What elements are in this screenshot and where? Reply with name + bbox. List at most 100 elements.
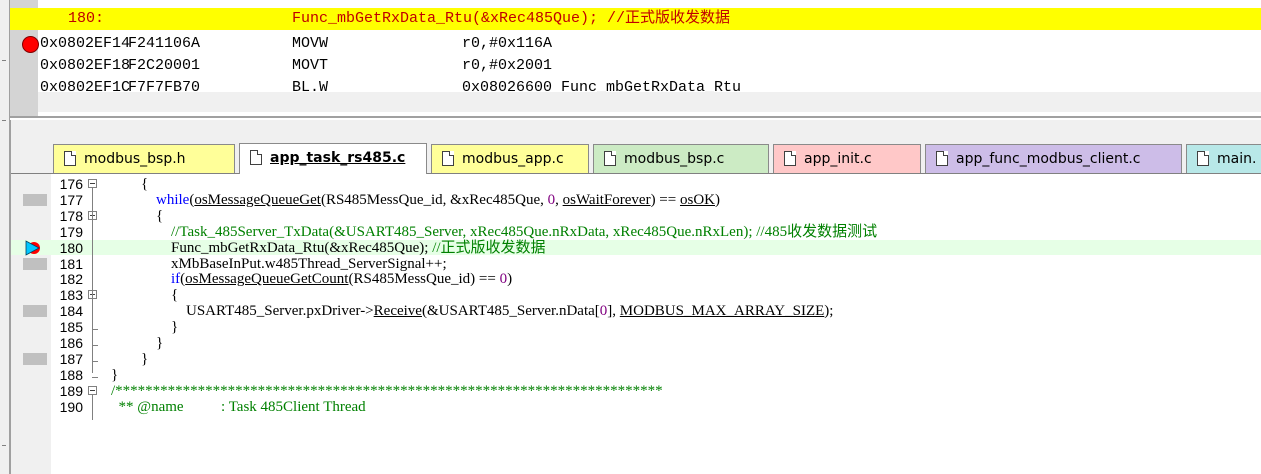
code-text: if(osMessageQueueGetCount(RS485MessQue_i… — [171, 271, 513, 288]
code-line[interactable]: 190 ** @name : Task 485Client Thread — [11, 399, 1261, 415]
source-line-code: Func_mbGetRxData_Rtu(&xRec485Que); //正式版… — [292, 10, 731, 27]
instruction-hex: F241106A — [128, 35, 201, 52]
tab-app-init-c[interactable]: app_init.c — [773, 144, 921, 173]
tab-label: modbus_app.c — [462, 151, 564, 167]
file-icon — [604, 151, 616, 166]
code-line[interactable]: 177 while(osMessageQueueGet(RS485MessQue… — [11, 192, 1261, 208]
code-text: /***************************************… — [111, 382, 663, 399]
line-number: 190 — [59, 398, 83, 415]
fold-toggle-icon[interactable] — [88, 385, 97, 395]
line-number: 182 — [59, 271, 83, 288]
code-text: Func_mbGetRxData_Rtu(&xRec485Que); //正式版… — [171, 239, 546, 256]
line-number: 188 — [59, 366, 83, 383]
code-view[interactable]: 176 {177 while(osMessageQueueGet(RS485Me… — [11, 174, 1261, 474]
code-line[interactable]: 184 USART485_Server.pxDriver->Receive(&U… — [11, 303, 1261, 319]
disassembly-instruction-row[interactable]: 0x0802EF14 F241106A MOVW r0,#0x116A — [10, 33, 1261, 55]
fold-toggle-icon[interactable] — [88, 179, 97, 188]
current-code-line[interactable]: 180 Func_mbGetRxData_Rtu(&xRec485Que); /… — [11, 239, 1261, 256]
code-text: { — [171, 287, 179, 304]
execution-arrow-icon — [25, 239, 40, 256]
line-number: 184 — [59, 303, 83, 320]
instruction-operands: r0,#0x116A — [462, 35, 553, 52]
code-line[interactable]: 181 xMbBaseInPut.w485Thread_ServerSignal… — [11, 256, 1261, 272]
code-text: } — [111, 366, 119, 383]
line-number: 179 — [59, 223, 83, 240]
code-text: } — [141, 350, 149, 367]
fold-end-tick — [92, 376, 98, 378]
tab-label: main. — [1217, 151, 1257, 167]
disassembly-instruction-row[interactable]: 0x0802EF18 F2C20001 MOVT r0,#0x2001 — [10, 55, 1261, 77]
code-text: //Task_485Server_TxData(&USART485_Server… — [171, 223, 878, 240]
disassembly-hscroll[interactable] — [38, 92, 1261, 112]
instruction-mnemonic: MOVT — [292, 57, 329, 74]
code-text: { — [156, 207, 164, 224]
line-number: 178 — [59, 207, 83, 224]
fold-end-tick — [92, 329, 98, 331]
code-line[interactable]: 183 { — [11, 287, 1261, 303]
code-text: ** @name : Task 485Client Thread — [118, 398, 366, 415]
file-icon — [64, 151, 76, 166]
line-number: 181 — [59, 255, 83, 272]
tab-label: modbus_bsp.c — [624, 151, 725, 167]
gutter-marker — [23, 257, 47, 270]
fold-end-tick — [92, 360, 98, 362]
instruction-hex: F2C20001 — [128, 57, 201, 74]
instruction-address: 0x0802EF18 — [40, 57, 131, 74]
tab-modbus-app-c[interactable]: modbus_app.c — [431, 144, 589, 173]
left-window-border — [0, 0, 10, 474]
disassembly-source-line[interactable]: 180: Func_mbGetRxData_Rtu(&xRec485Que); … — [10, 8, 1261, 30]
file-icon — [250, 150, 262, 165]
code-line[interactable]: 182 if(osMessageQueueGetCount(RS485MessQ… — [11, 271, 1261, 287]
line-number: 185 — [59, 319, 83, 336]
instruction-operands: r0,#0x2001 — [462, 57, 553, 74]
code-line[interactable]: 188} — [11, 367, 1261, 383]
code-line[interactable]: 187 } — [11, 351, 1261, 367]
file-icon — [1197, 151, 1209, 166]
file-icon — [936, 151, 948, 166]
tab-app-func-modbus-client-c[interactable]: app_func_modbus_client.c — [925, 144, 1182, 173]
code-text: } — [156, 335, 164, 351]
code-line[interactable]: 185 } — [11, 319, 1261, 335]
code-text: } — [171, 319, 179, 336]
fold-guide — [92, 299, 93, 326]
code-line[interactable]: 176 { — [11, 176, 1261, 192]
code-line[interactable]: 179 //Task_485Server_TxData(&USART485_Se… — [11, 224, 1261, 240]
source-editor[interactable]: modbus_bsp.h app_task_rs485.c modbus_app.c… — [10, 120, 1261, 474]
fold-guide — [92, 219, 93, 357]
breakpoint-icon[interactable] — [22, 36, 39, 53]
fold-guide — [92, 394, 93, 421]
code-line[interactable]: 186 } — [11, 335, 1261, 351]
tab-modbus-bsp-h[interactable]: modbus_bsp.h — [53, 144, 235, 173]
fold-end-tick — [92, 345, 98, 346]
gutter-marker — [23, 193, 47, 206]
tab-main[interactable]: main. — [1186, 144, 1261, 173]
line-number: 186 — [59, 335, 83, 351]
tab-label: app_func_modbus_client.c — [956, 151, 1141, 167]
file-tab-strip: modbus_bsp.h app_task_rs485.c modbus_app.c… — [11, 120, 1261, 174]
tab-label: app_task_rs485.c — [270, 150, 406, 166]
code-text: { — [141, 176, 149, 192]
gutter-marker — [23, 352, 47, 365]
code-line[interactable]: 189 /************************************… — [11, 383, 1261, 399]
code-text: USART485_Server.pxDriver->Receive(&USART… — [186, 303, 834, 320]
source-line-number: 180: — [68, 10, 105, 27]
tab-label: modbus_bsp.h — [84, 151, 186, 167]
instruction-mnemonic: MOVW — [292, 35, 329, 52]
disassembly-pane[interactable]: 180: Func_mbGetRxData_Rtu(&xRec485Que); … — [10, 0, 1261, 118]
line-number: 177 — [59, 191, 83, 208]
gutter-marker — [23, 305, 47, 318]
tab-label: app_init.c — [804, 151, 872, 167]
instruction-address: 0x0802EF14 — [40, 35, 131, 52]
file-icon — [784, 151, 796, 166]
file-icon — [442, 151, 454, 166]
code-text: xMbBaseInPut.w485Thread_ServerSignal++; — [171, 255, 447, 272]
code-line[interactable]: 178 { — [11, 208, 1261, 224]
line-number: 176 — [59, 176, 83, 192]
line-number: 180 — [59, 239, 83, 256]
line-number: 183 — [59, 287, 83, 304]
tab-modbus-bsp-c[interactable]: modbus_bsp.c — [593, 144, 769, 173]
tab-app-task-rs485-c[interactable]: app_task_rs485.c — [239, 143, 427, 174]
code-text: while(osMessageQueueGet(RS485MessQue_id,… — [156, 191, 720, 208]
line-number: 189 — [59, 382, 83, 399]
line-number: 187 — [59, 350, 83, 367]
